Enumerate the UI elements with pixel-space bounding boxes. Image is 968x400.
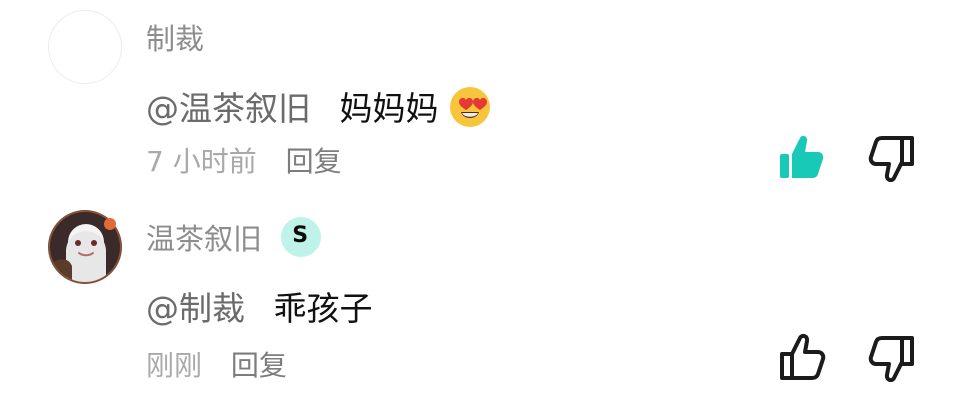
comment-item: 制裁 @温茶叙旧 妈妈妈 7 小时前 回复	[0, 0, 968, 200]
avatar[interactable]	[48, 10, 122, 84]
member-badge-icon	[281, 217, 322, 257]
mention-link[interactable]: @温茶叙旧	[146, 89, 311, 128]
username-text[interactable]: 温茶叙旧	[146, 222, 262, 256]
comment-username[interactable]: 制裁	[146, 16, 204, 58]
comment-username[interactable]: 温茶叙旧	[146, 216, 322, 258]
reply-button[interactable]: 回复	[286, 145, 342, 178]
comment-meta: 刚刚 回复	[146, 344, 287, 384]
comment-meta: 7 小时前 回复	[146, 140, 342, 180]
mention-link[interactable]: @制裁	[146, 289, 245, 328]
timestamp: 刚刚	[146, 349, 203, 382]
comment-text: @温茶叙旧 妈妈妈	[146, 82, 491, 130]
thumbs-down-icon[interactable]	[866, 130, 918, 183]
heart-eyes-emoji-icon	[449, 86, 491, 128]
comment-content: 乖孩子	[273, 289, 373, 328]
comment-item: 温茶叙旧 @制裁 乖孩子 刚刚 回复	[0, 200, 968, 400]
reply-button[interactable]: 回复	[231, 349, 287, 382]
comment-text: @制裁 乖孩子	[146, 282, 373, 330]
thumbs-up-filled-icon[interactable]	[776, 130, 828, 182]
avatar[interactable]	[48, 210, 122, 284]
timestamp: 7 小时前	[146, 145, 257, 178]
thumbs-down-icon[interactable]	[866, 330, 918, 383]
comment-content: 妈妈妈	[339, 89, 439, 128]
thumbs-up-icon[interactable]	[776, 330, 828, 382]
